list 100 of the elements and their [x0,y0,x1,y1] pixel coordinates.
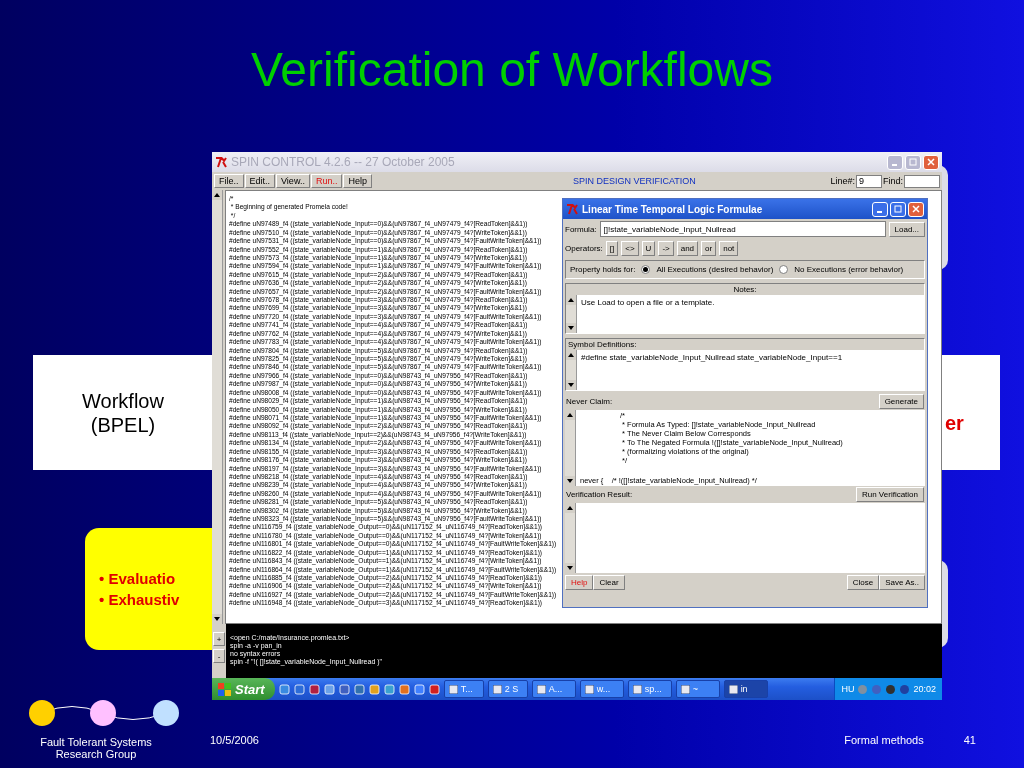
console-button[interactable]: - [213,649,225,663]
scrollbar[interactable] [212,190,223,624]
operator-button[interactable]: U [641,241,656,256]
quick-launch-icon[interactable] [338,683,350,695]
menu-button[interactable]: Edit.. [244,174,276,188]
dialog-button[interactable]: Save As.. [879,575,925,590]
taskbar-button[interactable]: in [723,680,768,698]
symbols-label: Symbol Definitions: [568,340,637,349]
find-label: Find: [883,176,903,186]
quick-launch-icon[interactable] [398,683,410,695]
operators-label: Operators: [565,244,603,253]
quick-launch-icon[interactable] [383,683,395,695]
find-field[interactable] [904,174,940,188]
flag-icon [218,682,231,696]
formula-label: Formula: [565,224,597,234]
window-icon [632,684,642,694]
menu-button[interactable]: View.. [276,174,310,188]
dialog-title: Linear Time Temporal Logic Formulae [582,203,763,215]
minimize-button[interactable] [872,201,888,217]
scroll-up-icon[interactable] [212,190,222,200]
taskbar-button[interactable]: 2 S [487,680,528,698]
close-icon [912,205,920,213]
line-field[interactable]: 9 [856,174,882,188]
feather-logo-icon [566,203,578,215]
maximize-icon [894,205,902,213]
scrollbar[interactable] [566,350,577,390]
mode-label: SPIN DESIGN VERIFICATION [572,176,696,186]
quick-launch-icon[interactable] [428,683,440,695]
language-indicator[interactable]: HU [841,684,855,694]
quick-launch-icon[interactable] [323,683,335,695]
clock: 20:02 [913,684,936,694]
cut-off-text: er [945,412,964,435]
footer-date: 10/5/2006 [210,733,259,746]
quick-launch-icon[interactable] [413,683,425,695]
taskbar-button[interactable]: T... [443,680,484,698]
menu-button[interactable]: Help [343,174,372,188]
console-button[interactable]: + [213,632,225,646]
window-title: SPIN CONTROL 4.2.6 -- 27 October 2005 [231,155,455,169]
scroll-up-icon[interactable] [565,503,575,513]
operator-button[interactable]: not [719,241,739,256]
load-button[interactable]: Load... [888,221,925,237]
quick-launch-icon[interactable] [293,683,305,695]
window-icon [728,684,738,694]
radio-label: All Executions (desired behavior) [656,265,774,274]
menu-button[interactable]: File.. [214,174,244,188]
window-icon [492,684,502,694]
radio-button[interactable] [779,265,789,274]
radio-button[interactable] [641,265,651,274]
scrollbar[interactable] [565,503,576,573]
generate-button[interactable]: Generate [878,394,924,409]
operator-button[interactable]: [] [605,241,619,256]
footer-topic: Formal methods [844,733,924,746]
run-verification-button[interactable]: Run Verification [855,487,924,502]
operator-button[interactable]: -> [658,241,674,256]
notes-label: Notes: [732,285,758,294]
close-button[interactable] [908,201,924,217]
window-icon [680,684,690,694]
taskbar-button[interactable]: A... [531,680,576,698]
radio-label: No Executions (error behavior) [794,265,904,274]
tray-icon[interactable] [885,683,897,695]
dialog-button[interactable]: Clear [593,575,625,590]
dialog-button[interactable]: Close [846,575,880,590]
result-label: Verification Result: [566,490,633,499]
scroll-down-icon[interactable] [566,380,576,390]
taskbar-button[interactable]: sp... [627,680,672,698]
footer-group: Fault Tolerant Systems Research Group [22,735,170,760]
window-icon [448,684,458,694]
never-claim-label: Never Claim: [566,397,613,406]
quick-launch-icon[interactable] [308,683,320,695]
notes-text: Use Load to open a file or a template. [577,295,924,333]
quick-launch-icon[interactable] [278,683,290,695]
scroll-down-icon[interactable] [566,323,576,333]
scrollbar[interactable] [566,295,577,333]
window-icon [536,684,546,694]
formula-field[interactable]: []!state_variableNode_Input_Nullread [599,221,886,237]
close-button[interactable] [923,154,939,170]
scroll-down-icon[interactable] [565,476,575,486]
operator-button[interactable]: and [676,241,699,256]
workflow-label: Workflow (BPEL) [81,388,165,437]
window-icon [584,684,594,694]
maximize-icon [909,158,917,166]
scroll-down-icon[interactable] [212,614,222,624]
operator-button[interactable]: or [701,241,717,256]
scroll-up-icon[interactable] [565,410,575,420]
maximize-button[interactable] [890,201,906,217]
bullet-text: • Exhaustiv [99,591,180,608]
slide-title: Verification of Workflows [251,41,773,97]
close-icon [927,158,935,166]
symbols-text: #define state_variableNode_Input_Nullread state_variableNode_Input==1 [577,350,924,390]
quick-launch-icon[interactable] [368,683,380,695]
scroll-down-icon[interactable] [565,563,575,573]
scroll-up-icon[interactable] [566,295,576,305]
taskbar-button[interactable]: w... [579,680,624,698]
operator-button[interactable]: <> [621,241,639,256]
quick-launch-icon[interactable] [353,683,365,695]
line-label: Line#: [830,176,855,186]
taskbar-button[interactable]: ~ [675,680,720,698]
bullet-text: • Evaluatio [99,570,176,587]
tray-icon[interactable] [899,683,911,695]
scroll-up-icon[interactable] [566,350,576,360]
